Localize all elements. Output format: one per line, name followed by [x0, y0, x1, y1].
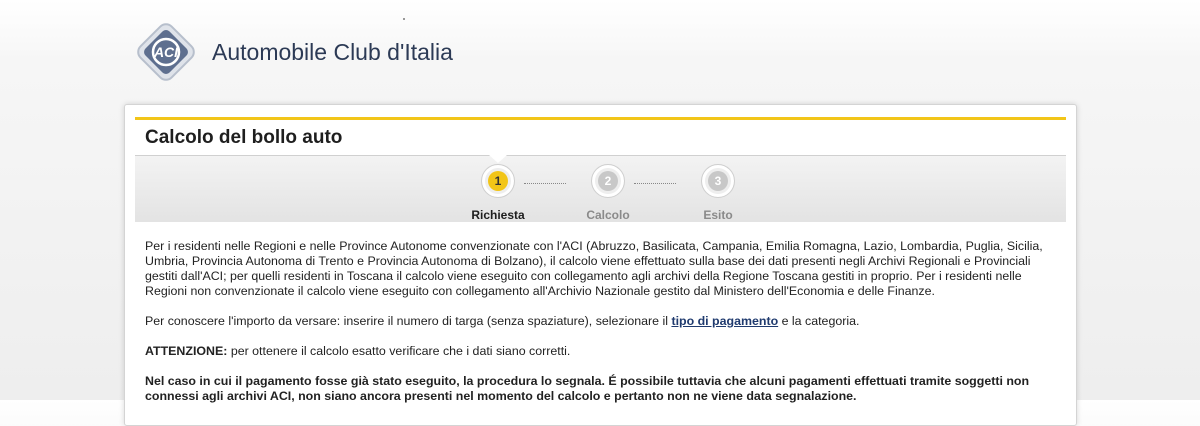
step-connector — [634, 183, 676, 184]
logo-text: Automobile Club d'Italia — [212, 38, 453, 65]
warning-text: per ottenere il calcolo esatto verificar… — [227, 344, 571, 358]
step-number: 3 — [708, 171, 728, 191]
step-connector — [524, 183, 566, 184]
svg-text:ACI: ACI — [153, 44, 179, 60]
aci-logo-icon: ACI — [137, 23, 195, 81]
calculator-card: Calcolo del bollo auto 1 Richiesta 2 Cal… — [124, 104, 1077, 426]
instructions-paragraph: Per conoscere l'importo da versare: inse… — [145, 314, 1050, 329]
payment-type-link[interactable]: tipo di pagamento — [671, 314, 778, 328]
instructions-text: Per i residenti nelle Regioni e nelle Pr… — [145, 239, 1050, 419]
step-circle: 3 — [701, 164, 735, 198]
warning-paragraph: ATTENZIONE: per ottenere il calcolo esat… — [145, 344, 1050, 359]
active-step-notch — [489, 155, 507, 163]
step-circle: 2 — [591, 164, 625, 198]
card-accent-bar — [135, 117, 1066, 120]
decorative-dot — [403, 18, 405, 20]
step-label: Calcolo — [586, 208, 630, 222]
step-richiesta: 1 Richiesta — [453, 164, 543, 222]
warning-label: ATTENZIONE: — [145, 344, 228, 358]
step-label: Richiesta — [471, 208, 525, 222]
progress-steps: 1 Richiesta 2 Calcolo 3 Esito — [135, 155, 1066, 222]
page-title: Calcolo del bollo auto — [145, 127, 343, 148]
aci-logo[interactable]: ACI Automobile Club d'Italia — [134, 16, 453, 88]
intro-paragraph: Per i residenti nelle Regioni e nelle Pr… — [145, 239, 1043, 298]
instructions-text-after: e la categoria. — [778, 314, 860, 328]
step-calcolo: 2 Calcolo — [563, 164, 653, 222]
step-label: Esito — [703, 208, 733, 222]
step-number: 2 — [598, 171, 618, 191]
step-number: 1 — [488, 171, 508, 191]
step-esito: 3 Esito — [673, 164, 763, 222]
instructions-text-before: Per conoscere l'importo da versare: inse… — [145, 314, 672, 328]
step-circle: 1 — [481, 164, 515, 198]
